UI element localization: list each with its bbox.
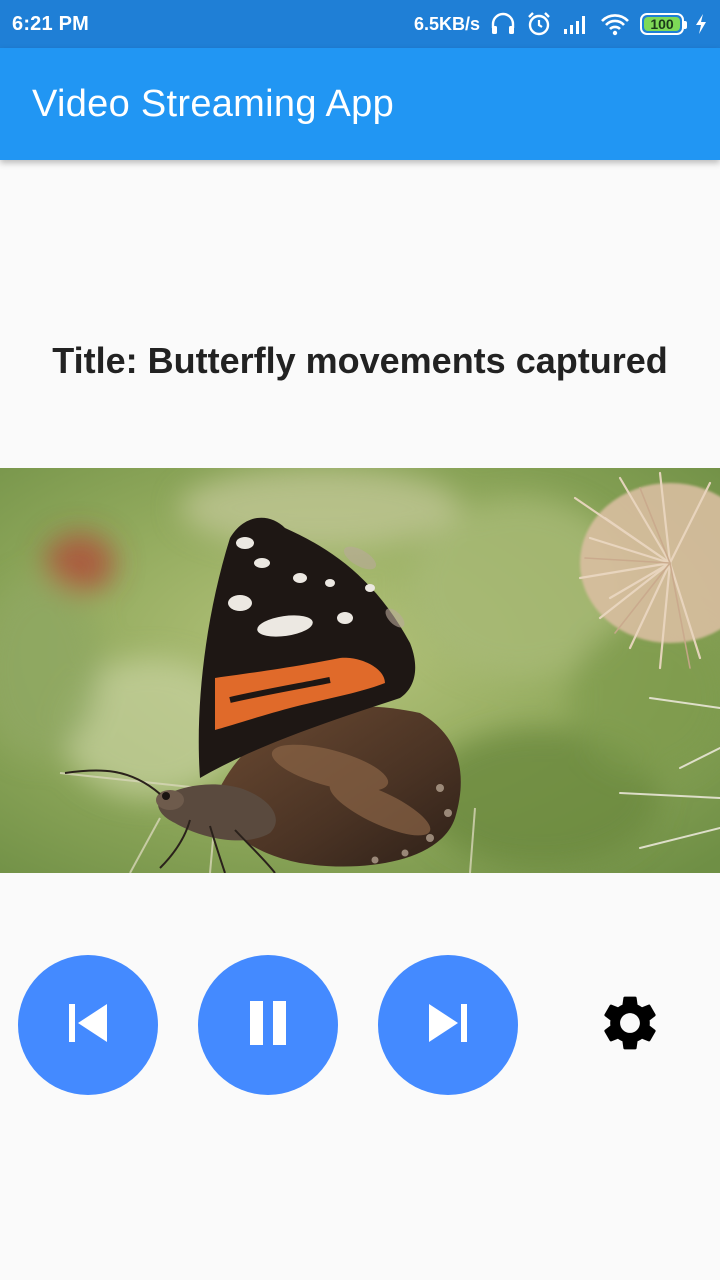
alarm-icon (526, 11, 552, 37)
wifi-icon (600, 12, 630, 36)
signal-icon (562, 13, 590, 35)
status-bar: 6:21 PM 6.5KB/s 100 (0, 0, 720, 48)
gear-icon (597, 990, 663, 1061)
battery-icon: 100 (640, 13, 687, 35)
video-player[interactable] (0, 468, 720, 873)
pause-icon (246, 999, 290, 1052)
settings-button[interactable] (590, 985, 670, 1065)
playback-controls (0, 955, 720, 1095)
pause-button[interactable] (198, 955, 338, 1095)
headphones-icon (490, 12, 516, 36)
skip-previous-icon (66, 1001, 110, 1050)
battery-level: 100 (650, 16, 674, 32)
status-time: 6:21 PM (12, 12, 89, 35)
charging-icon (694, 13, 708, 35)
video-title: Title: Butterfly movements captured (52, 340, 668, 381)
next-button[interactable] (378, 955, 518, 1095)
video-frame-image (0, 468, 720, 873)
app-bar: Video Streaming App (0, 48, 720, 160)
status-icons: 6.5KB/s 100 (414, 11, 708, 37)
app-title: Video Streaming App (32, 82, 395, 125)
network-speed: 6.5KB/s (413, 13, 480, 34)
skip-next-icon (426, 1001, 470, 1050)
previous-button[interactable] (18, 955, 158, 1095)
